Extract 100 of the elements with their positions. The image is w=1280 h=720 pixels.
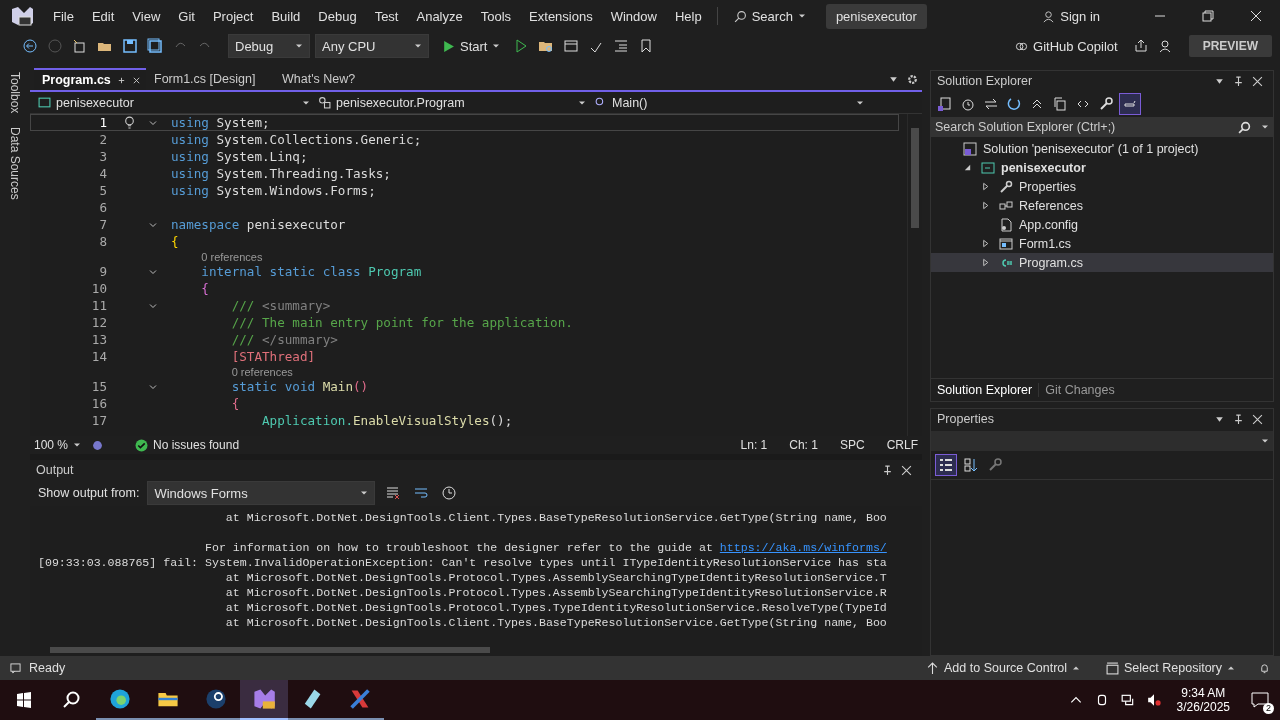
code-line: { (171, 234, 179, 249)
close-icon[interactable] (1250, 10, 1262, 22)
menu-item[interactable]: View (123, 8, 170, 24)
pin-icon[interactable] (116, 75, 126, 85)
line-number: 14 (90, 349, 107, 364)
preview-button[interactable]: PREVIEW (1188, 35, 1272, 57)
project-dropdown[interactable]: penisexecutor (34, 95, 314, 110)
zoom-dropdown[interactable]: 100 % (34, 438, 84, 452)
menu-item[interactable]: File (44, 8, 83, 24)
solution-title: penisexecutor (825, 3, 927, 29)
pin-icon[interactable] (882, 464, 893, 476)
menu-item[interactable]: Edit (82, 8, 124, 24)
platform-dropdown[interactable]: Any CPU (315, 34, 429, 58)
bell-icon[interactable] (1259, 662, 1270, 674)
tree-item[interactable]: Program.cs (931, 253, 1273, 272)
document-tab[interactable]: Program.cs (34, 68, 146, 90)
configuration-dropdown[interactable]: Debug (228, 34, 310, 58)
tree-item[interactable]: App.config (931, 215, 1273, 234)
csharp-project-icon (38, 96, 51, 109)
side-tab[interactable]: Toolbox (8, 72, 22, 114)
collapsed-arrow-icon[interactable] (981, 182, 990, 191)
pin-icon[interactable] (1233, 75, 1244, 87)
code-line: [STAThread] (230, 349, 316, 364)
document-tab[interactable]: What's New? (274, 68, 402, 90)
categorized-icon[interactable] (935, 454, 957, 476)
lightbulb-icon[interactable] (124, 116, 135, 129)
issues-indicator[interactable]: No issues found (135, 438, 240, 452)
menu-item[interactable]: Build (262, 8, 310, 24)
message-icon[interactable] (10, 662, 21, 674)
visual-studio-icon (252, 687, 276, 711)
collapsed-arrow-icon[interactable] (981, 201, 990, 210)
tree-item[interactable]: penisexecutor (931, 158, 1273, 177)
line-number: 10 (90, 281, 107, 296)
menu-item[interactable]: Project (203, 8, 263, 24)
person-icon (1042, 9, 1056, 23)
panel-title: Solution Explorer (937, 74, 1033, 88)
csharp-project-icon (981, 160, 995, 175)
close-icon[interactable] (1252, 75, 1263, 87)
menu-item[interactable]: Extensions (520, 8, 602, 24)
menu-item[interactable]: Git (169, 8, 204, 24)
panel-tab[interactable]: Solution Explorer (931, 383, 1040, 397)
pin-icon[interactable] (1233, 413, 1244, 425)
notification-count: 2 (1263, 703, 1274, 714)
panel-tab[interactable]: Git Changes (1039, 383, 1121, 397)
column-indicator[interactable]: Ch: 1 (789, 438, 818, 452)
class-icon (318, 96, 331, 109)
type-dropdown[interactable]: penisexecutor.Program (314, 95, 590, 110)
collapsed-arrow-icon[interactable] (981, 258, 990, 267)
close-icon[interactable] (1252, 413, 1263, 425)
x-logo-icon (348, 687, 372, 711)
whitespace-indicator[interactable]: SPC (839, 438, 865, 452)
search-icon (1238, 120, 1251, 134)
back-icon[interactable] (20, 36, 40, 56)
menu-item[interactable]: Help (665, 8, 711, 24)
network-icon[interactable] (1120, 693, 1135, 707)
code-line: using System.Linq; (171, 149, 308, 164)
expanded-arrow-icon[interactable] (963, 163, 972, 172)
taskbar-app[interactable] (240, 680, 288, 720)
line-indicator[interactable]: Ln: 1 (740, 438, 768, 452)
code-line: { (230, 396, 240, 411)
codelens-references[interactable]: 0 references (231, 366, 293, 378)
select-repository-button[interactable]: Select Repository (1100, 659, 1241, 677)
codelens-references[interactable]: 0 references (201, 251, 263, 263)
save-all-icon[interactable] (145, 36, 165, 56)
sign-in-button[interactable]: Sign in (1036, 6, 1106, 26)
add-to-source-control-button[interactable]: Add to Source Control (920, 659, 1087, 677)
panel-title: Properties (937, 412, 994, 426)
start-button[interactable]: Start (436, 36, 507, 56)
check-icon (135, 438, 148, 452)
save-icon[interactable] (120, 36, 140, 56)
menu-item[interactable]: Analyze (407, 8, 472, 24)
speaker-muted-icon[interactable] (1146, 693, 1161, 707)
menu-item[interactable]: Tools (471, 8, 521, 24)
close-icon[interactable] (131, 75, 141, 85)
clock-time[interactable]: 9:34 AM (1181, 686, 1226, 700)
output-line: at Microsoft.DotNet.DesignTools.Protocol.Types.TypeIdentityResolutionService.ResolveType(TypeId (224, 600, 888, 615)
github-copilot-button[interactable]: GitHub Copilot (1009, 36, 1124, 56)
tree-item[interactable]: References (931, 196, 1273, 215)
clock-date[interactable]: 3/26/2025 (1176, 700, 1230, 714)
side-tab[interactable]: Data Sources (8, 127, 22, 201)
settings-icon[interactable] (907, 73, 918, 85)
search-button[interactable]: Search (727, 6, 812, 26)
menu-item[interactable]: Debug (309, 8, 366, 24)
line-ending-indicator[interactable]: CRLF (886, 438, 918, 452)
tree-item[interactable]: Form1.cs (931, 234, 1273, 253)
notification-icon[interactable] (1250, 690, 1270, 710)
tree-item[interactable]: Properties (931, 177, 1273, 196)
member-dropdown[interactable]: Main() (590, 95, 868, 110)
tree-item[interactable]: Solution 'penisexecutor' (1 of 1 project) (931, 139, 1273, 158)
document-tab[interactable]: Form1.cs [Design] (146, 68, 274, 90)
restore-icon[interactable] (1202, 10, 1214, 22)
menu-item[interactable]: Window (601, 8, 666, 24)
output-link[interactable]: https://aka.ms/winforms/ (719, 541, 887, 554)
menu-item[interactable]: Test (365, 8, 408, 24)
output-source-dropdown[interactable]: Windows Forms (147, 481, 376, 505)
close-icon[interactable] (901, 464, 912, 476)
search-field[interactable]: Search Solution Explorer (Ctrl+;) (931, 117, 1273, 137)
collapsed-arrow-icon[interactable] (981, 239, 990, 248)
panel-title: Output (36, 463, 74, 477)
preview-selected-icon[interactable] (1119, 93, 1141, 115)
